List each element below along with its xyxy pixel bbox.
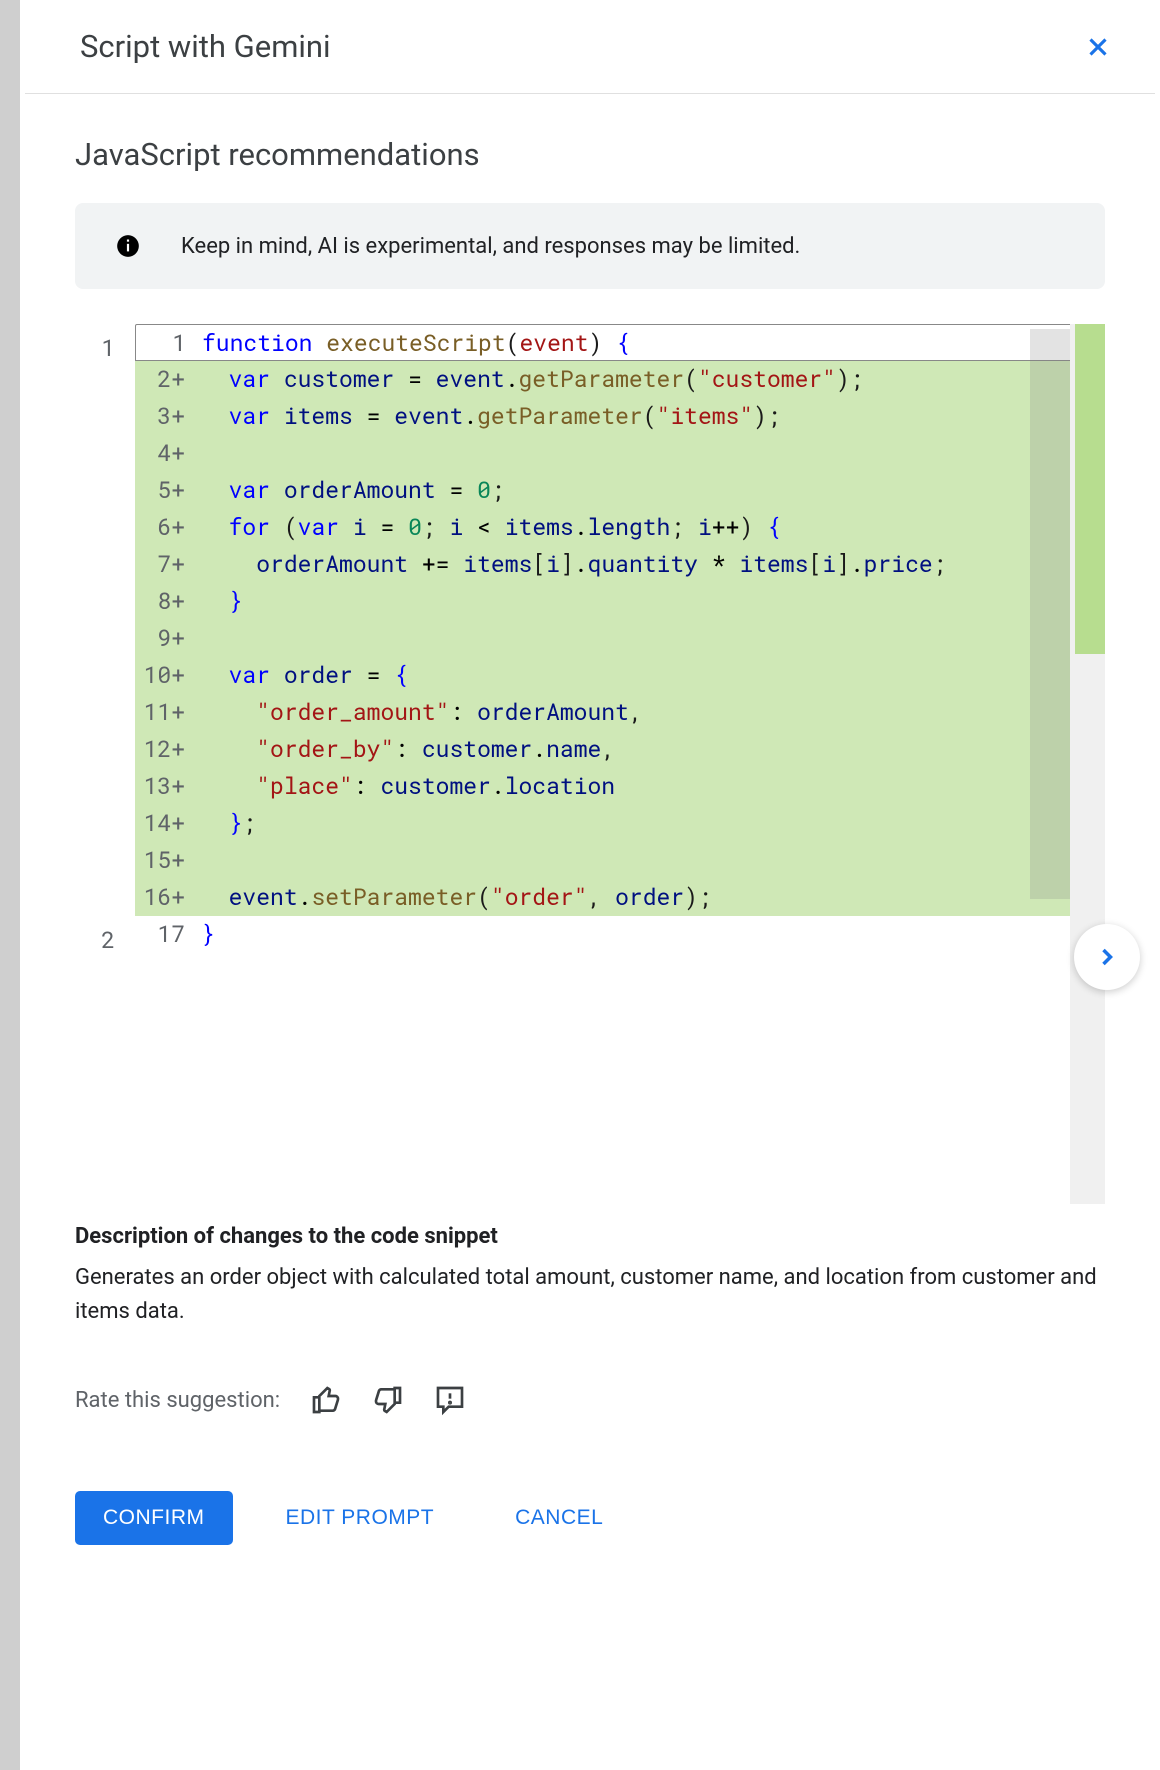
code-line: 13+ "place": customer.location [135, 768, 1105, 805]
modal-header: Script with Gemini [25, 0, 1155, 94]
diff-line-number: 15+ [135, 842, 191, 879]
code-line: 5+ var orderAmount = 0; [135, 472, 1105, 509]
code-line: 6+ for (var i = 0; i < items.length; i++… [135, 509, 1105, 546]
diff-line-number: 10+ [135, 657, 191, 694]
code-line: 1function executeScript(event) { [135, 324, 1105, 361]
code-line-text: } [191, 916, 1105, 953]
thumbs-up-icon[interactable] [310, 1384, 342, 1416]
code-line-text: } [191, 583, 1105, 620]
code-line: 15+ [135, 842, 1105, 879]
info-banner: Keep in mind, AI is experimental, and re… [75, 203, 1105, 289]
code-line: 17} [135, 916, 1105, 953]
code-line: 16+ event.setParameter("order", order); [135, 879, 1105, 916]
outer-line-number: 2 [75, 922, 115, 959]
diff-line-number: 12+ [135, 731, 191, 768]
code-line-text [191, 842, 1105, 879]
confirm-button[interactable]: CONFIRM [75, 1491, 233, 1545]
code-line-text: for (var i = 0; i < items.length; i++) { [191, 509, 1105, 546]
diff-line-number: 16+ [135, 879, 191, 916]
diff-line-number: 17 [135, 916, 191, 953]
code-line: 14+ }; [135, 805, 1105, 842]
code-line-text: var customer = event.getParameter("custo… [191, 361, 1105, 398]
diff-line-number: 9+ [135, 620, 191, 657]
rating-label: Rate this suggestion: [75, 1388, 280, 1413]
scrollbar-vertical[interactable] [1070, 324, 1105, 1204]
chevron-right-icon [1093, 943, 1121, 971]
code-line: 11+ "order_amount": orderAmount, [135, 694, 1105, 731]
code-line-text: "place": customer.location [191, 768, 1105, 805]
code-line: 10+ var order = { [135, 657, 1105, 694]
diff-line-number: 3+ [135, 398, 191, 435]
diff-line-number: 1 [136, 325, 192, 360]
description-text: Generates an order object with calculate… [75, 1261, 1105, 1329]
diff-line-number: 6+ [135, 509, 191, 546]
cancel-button[interactable]: CANCEL [487, 1491, 631, 1545]
selection-overlay [1030, 329, 1070, 899]
diff-line-number: 2+ [135, 361, 191, 398]
info-banner-text: Keep in mind, AI is experimental, and re… [181, 234, 800, 259]
modal-content: JavaScript recommendations Keep in mind,… [20, 94, 1160, 1770]
modal: Script with Gemini JavaScript recommenda… [20, 0, 1160, 1770]
code-line: 12+ "order_by": customer.name, [135, 731, 1105, 768]
description-label: Description of changes to the code snipp… [75, 1224, 1105, 1249]
code-line: 8+ } [135, 583, 1105, 620]
diff-line-number: 13+ [135, 768, 191, 805]
edit-prompt-button[interactable]: EDIT PROMPT [258, 1491, 463, 1545]
code-line-text: "order_amount": orderAmount, [191, 694, 1105, 731]
code-line-text: orderAmount += items[i].quantity * items… [191, 546, 1105, 583]
code-line-text [191, 620, 1105, 657]
code-line: 3+ var items = event.getParameter("items… [135, 398, 1105, 435]
code-line: 2+ var customer = event.getParameter("cu… [135, 361, 1105, 398]
diff-line-number: 4+ [135, 435, 191, 472]
modal-title: Script with Gemini [80, 28, 331, 65]
diff-line-number: 11+ [135, 694, 191, 731]
code-line: 9+ [135, 620, 1105, 657]
code-line-text: event.setParameter("order", order); [191, 879, 1105, 916]
code-line-text: var orderAmount = 0; [191, 472, 1105, 509]
code-line-text [191, 435, 1105, 472]
feedback-icon[interactable] [434, 1384, 466, 1416]
outer-line-number: 1 [75, 330, 115, 367]
outer-line-gutter: 1 2 [75, 324, 135, 1204]
code-line-text: function executeScript(event) { [192, 325, 1104, 360]
section-title: JavaScript recommendations [75, 136, 1105, 173]
rating-row: Rate this suggestion: [75, 1384, 1105, 1416]
code-line-text: var items = event.getParameter("items"); [191, 398, 1105, 435]
info-icon [115, 233, 141, 259]
code-line-text: var order = { [191, 657, 1105, 694]
diff-line-number: 8+ [135, 583, 191, 620]
backdrop [0, 0, 20, 1770]
close-icon [1083, 32, 1113, 62]
scrollbar-overview-added [1075, 324, 1105, 654]
close-button[interactable] [1081, 30, 1115, 64]
code-editor[interactable]: 1function executeScript(event) {2+ var c… [135, 324, 1105, 1204]
code-diff-area: 1 2 1function executeScript(event) {2+ v… [75, 324, 1105, 1204]
code-line: 4+ [135, 435, 1105, 472]
diff-line-number: 7+ [135, 546, 191, 583]
next-suggestion-button[interactable] [1074, 924, 1140, 990]
diff-line-number: 14+ [135, 805, 191, 842]
code-line: 7+ orderAmount += items[i].quantity * it… [135, 546, 1105, 583]
code-line-text: }; [191, 805, 1105, 842]
code-line-text: "order_by": customer.name, [191, 731, 1105, 768]
action-button-row: CONFIRM EDIT PROMPT CANCEL [75, 1491, 1105, 1545]
thumbs-down-icon[interactable] [372, 1384, 404, 1416]
diff-line-number: 5+ [135, 472, 191, 509]
